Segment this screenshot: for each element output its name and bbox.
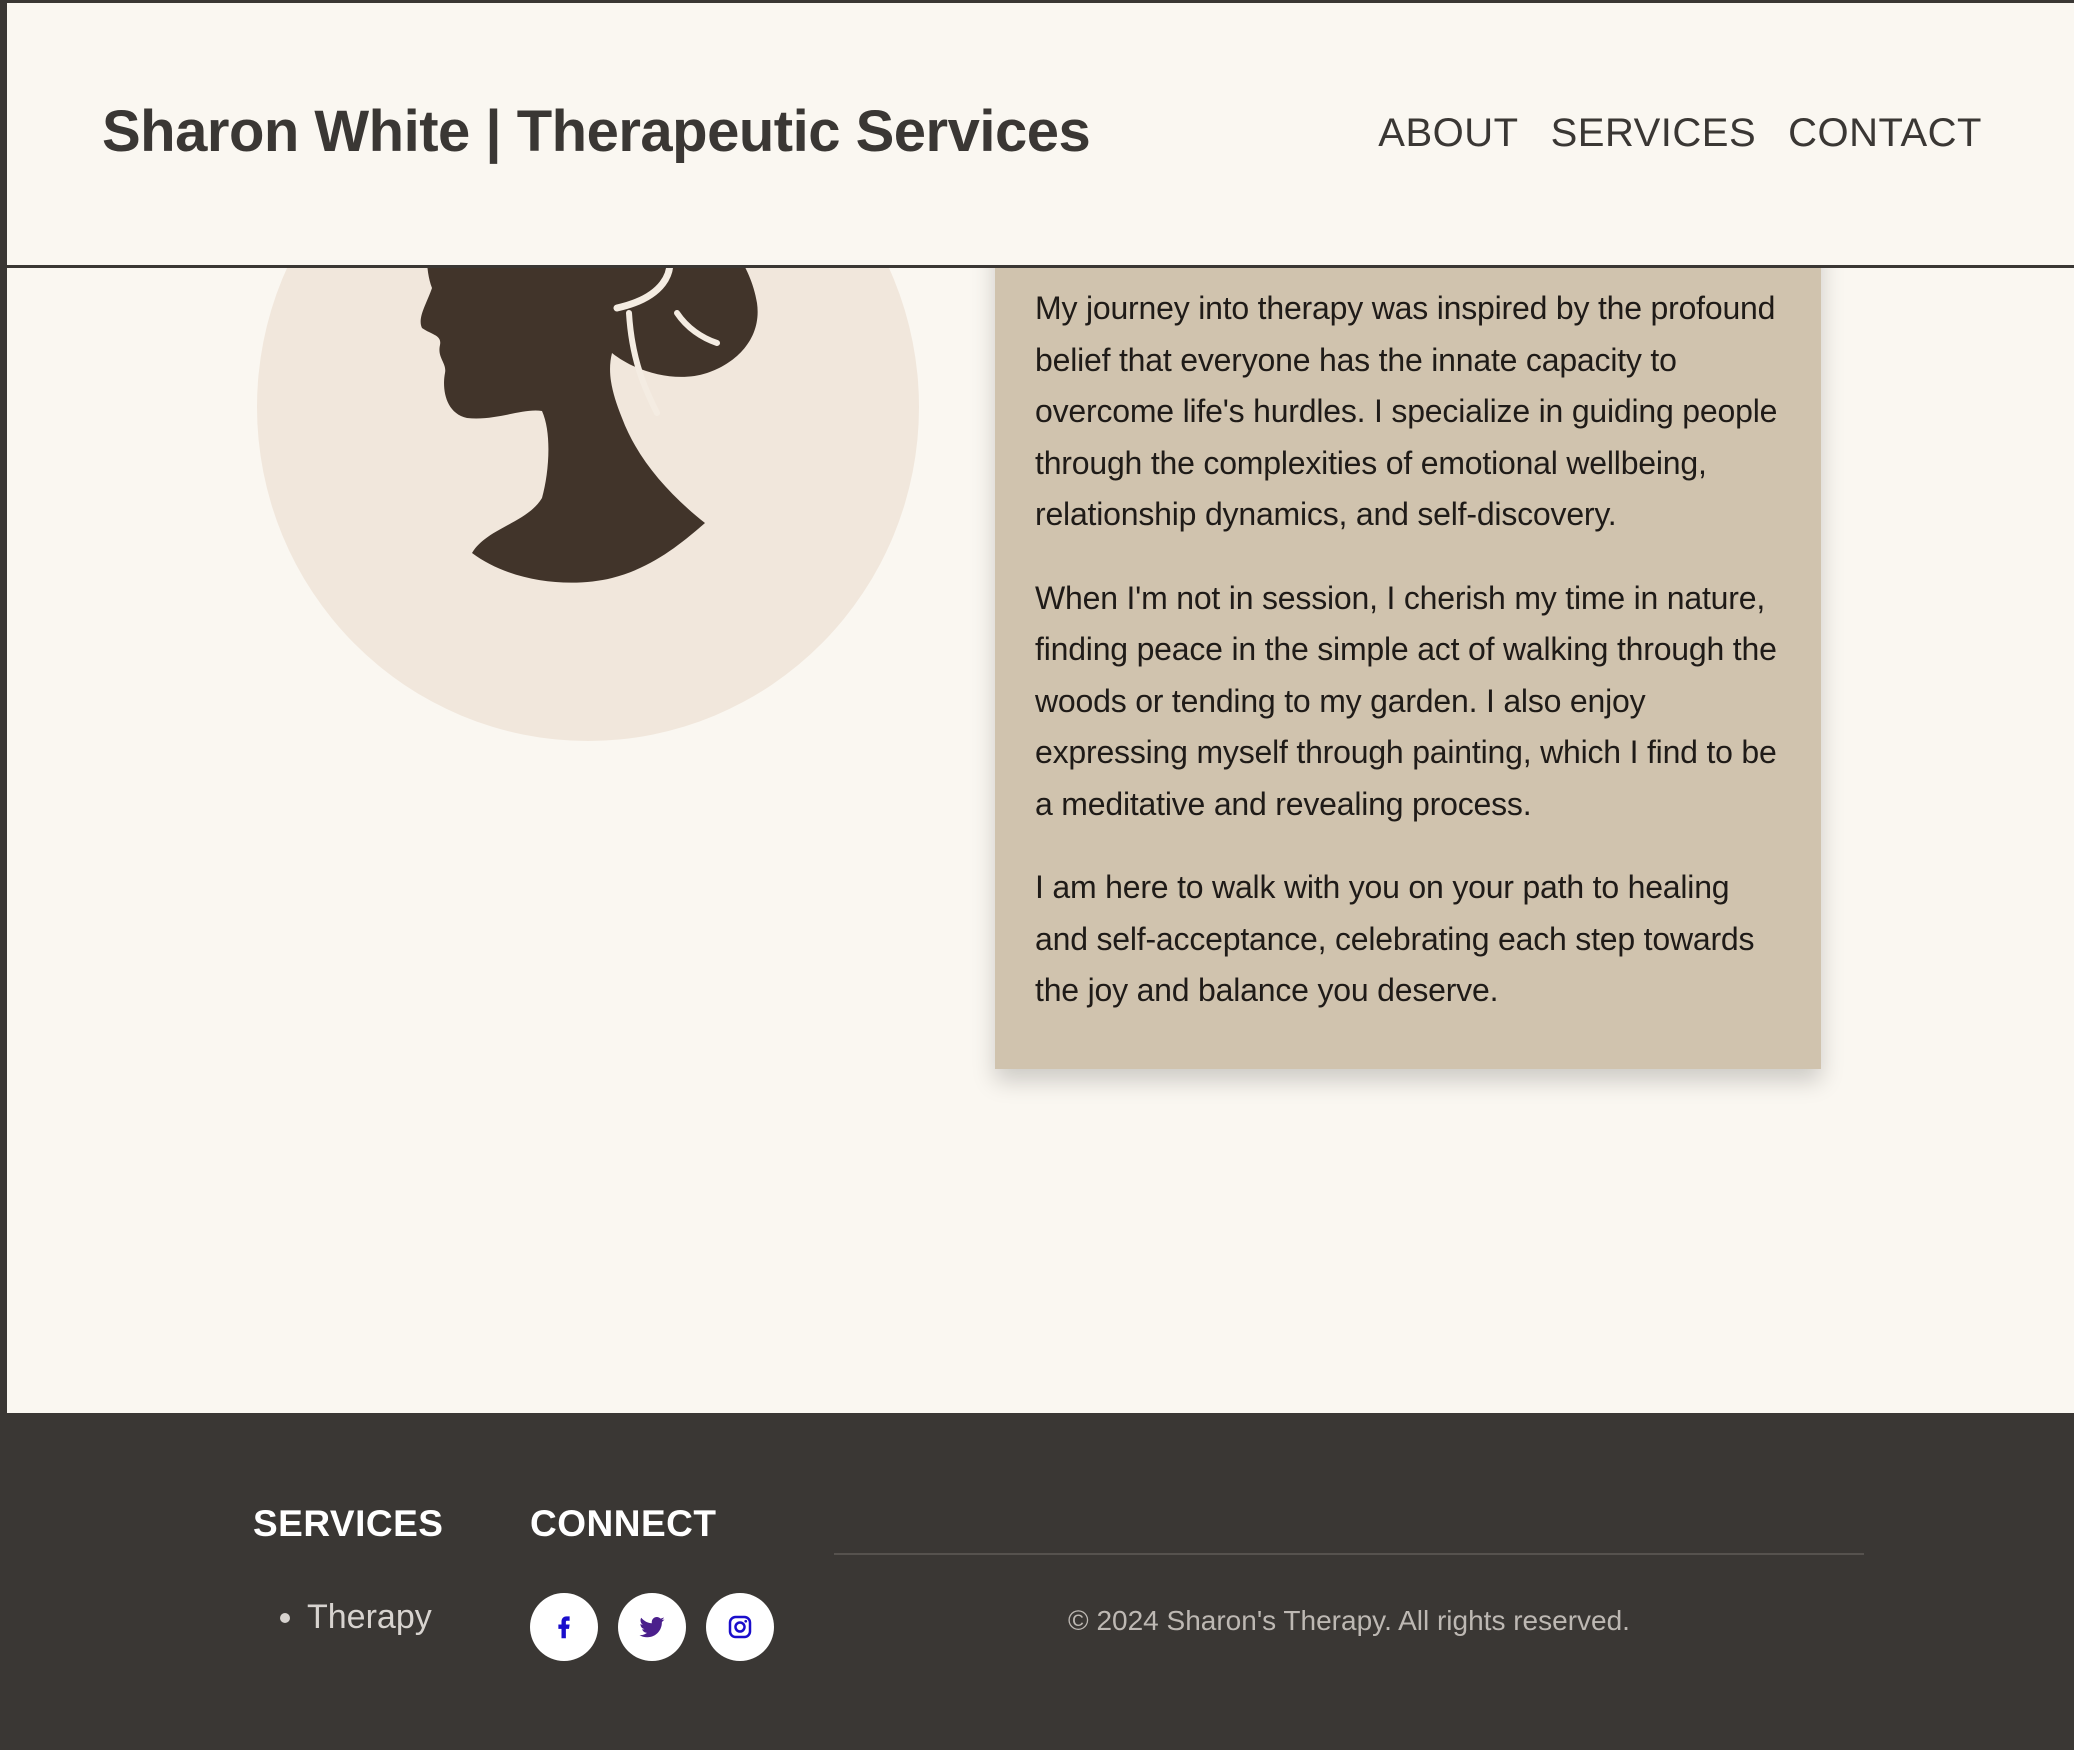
twitter-icon [639, 1617, 665, 1638]
site-title[interactable]: Sharon White | Therapeutic Services [102, 98, 1091, 165]
site-header: Sharon White | Therapeutic Services ABOU… [7, 3, 2074, 268]
facebook-button[interactable] [530, 1593, 598, 1661]
instagram-icon [728, 1615, 752, 1639]
bio-paragraph: When I'm not in session, I cherish my ti… [1035, 579, 1777, 822]
main-nav: ABOUT SERVICES CONTACT [1378, 111, 1982, 156]
nav-about[interactable]: ABOUT [1378, 111, 1518, 156]
social-links [530, 1593, 774, 1661]
footer-service-item[interactable]: Therapy [307, 1598, 432, 1637]
bio-paragraph: My journey into therapy was inspired by … [1035, 290, 1778, 532]
nav-services[interactable]: SERVICES [1551, 111, 1757, 156]
footer-services-title: SERVICES [253, 1503, 444, 1544]
footer-services-list: Therapy [307, 1598, 432, 1637]
footer-connect-title: CONNECT [530, 1503, 717, 1544]
browser-window: Sharon White | Therapeutic Services ABOU… [7, 3, 2074, 1750]
instagram-button[interactable] [706, 1593, 774, 1661]
bio-paragraph: I am here to walk with you on your path … [1035, 869, 1755, 1008]
site-footer: SERVICES Therapy CONNECT [7, 1413, 2074, 1750]
bio-card: My journey into therapy was inspired by … [995, 203, 1821, 1069]
facebook-icon [558, 1616, 570, 1639]
footer-divider [834, 1553, 1864, 1555]
twitter-button[interactable] [618, 1593, 686, 1661]
nav-contact[interactable]: CONTACT [1788, 111, 1982, 156]
copyright-text: © 2024 Sharon's Therapy. All rights rese… [1068, 1605, 1630, 1636]
